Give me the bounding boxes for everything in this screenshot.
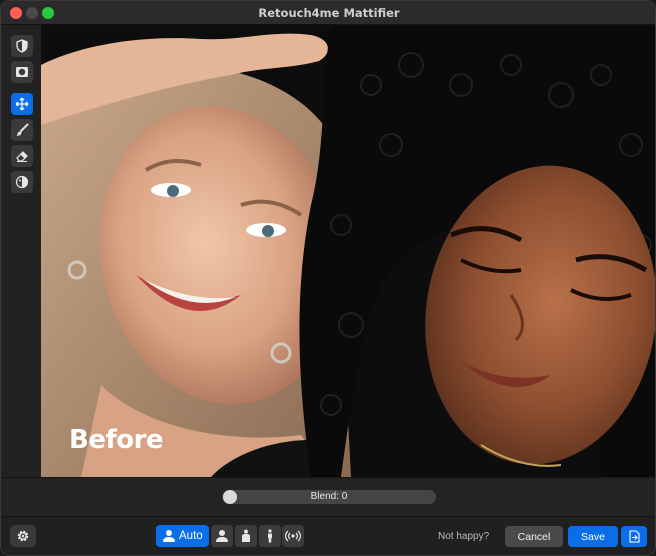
blend-slider-thumb[interactable]	[223, 490, 237, 504]
full-body-mode-button[interactable]	[258, 525, 281, 547]
eraser-tool-button[interactable]	[11, 145, 33, 167]
portrait-photo	[41, 25, 655, 477]
not-happy-text: Not happy?	[438, 531, 490, 542]
contrast-tool-button[interactable]	[11, 171, 33, 193]
window-title: Retouch4me Mattifier	[258, 6, 400, 20]
broadcast-button[interactable]	[282, 525, 304, 547]
half-body-mode-button[interactable]	[234, 525, 257, 547]
portrait-mode-button[interactable]	[210, 525, 233, 547]
export-button[interactable]	[621, 526, 647, 547]
tool-sidebar	[1, 25, 41, 477]
save-button[interactable]: Save	[568, 526, 618, 547]
cancel-button[interactable]: Cancel	[505, 526, 563, 547]
blend-slider[interactable]: Blend: 0	[222, 490, 436, 504]
blend-label: Blend: 0	[310, 491, 348, 502]
auto-mode-button[interactable]: Auto	[156, 525, 209, 547]
portrait-icon	[215, 530, 228, 542]
before-label: Before	[69, 425, 164, 455]
shield-icon	[16, 39, 28, 53]
auto-mode-label: Auto	[179, 530, 203, 542]
shield-tool-button[interactable]	[11, 35, 33, 57]
mode-selector: Auto	[156, 525, 281, 547]
brush-tool-button[interactable]	[11, 119, 33, 141]
photo-canvas[interactable]: Before	[41, 25, 655, 477]
full-body-icon	[267, 529, 272, 543]
mask-icon	[16, 67, 28, 77]
mask-tool-button[interactable]	[11, 61, 33, 83]
settings-button[interactable]	[10, 525, 36, 547]
eraser-icon	[16, 151, 28, 162]
bottom-bar: Auto Not happy? Cancel Save	[1, 517, 655, 555]
move-icon	[15, 97, 29, 111]
move-tool-button[interactable]	[11, 93, 33, 115]
person-icon	[163, 530, 175, 542]
title-bar: Retouch4me Mattifier	[1, 1, 655, 25]
export-icon	[628, 530, 640, 543]
app-window: Retouch4me Mattifier Before Blend: 0 Aut…	[0, 0, 656, 556]
broadcast-icon	[285, 530, 301, 542]
brush-icon	[16, 123, 29, 136]
half-body-icon	[241, 529, 250, 542]
contrast-icon	[15, 175, 29, 189]
gear-icon	[17, 530, 29, 542]
blend-bar: Blend: 0	[1, 477, 655, 517]
